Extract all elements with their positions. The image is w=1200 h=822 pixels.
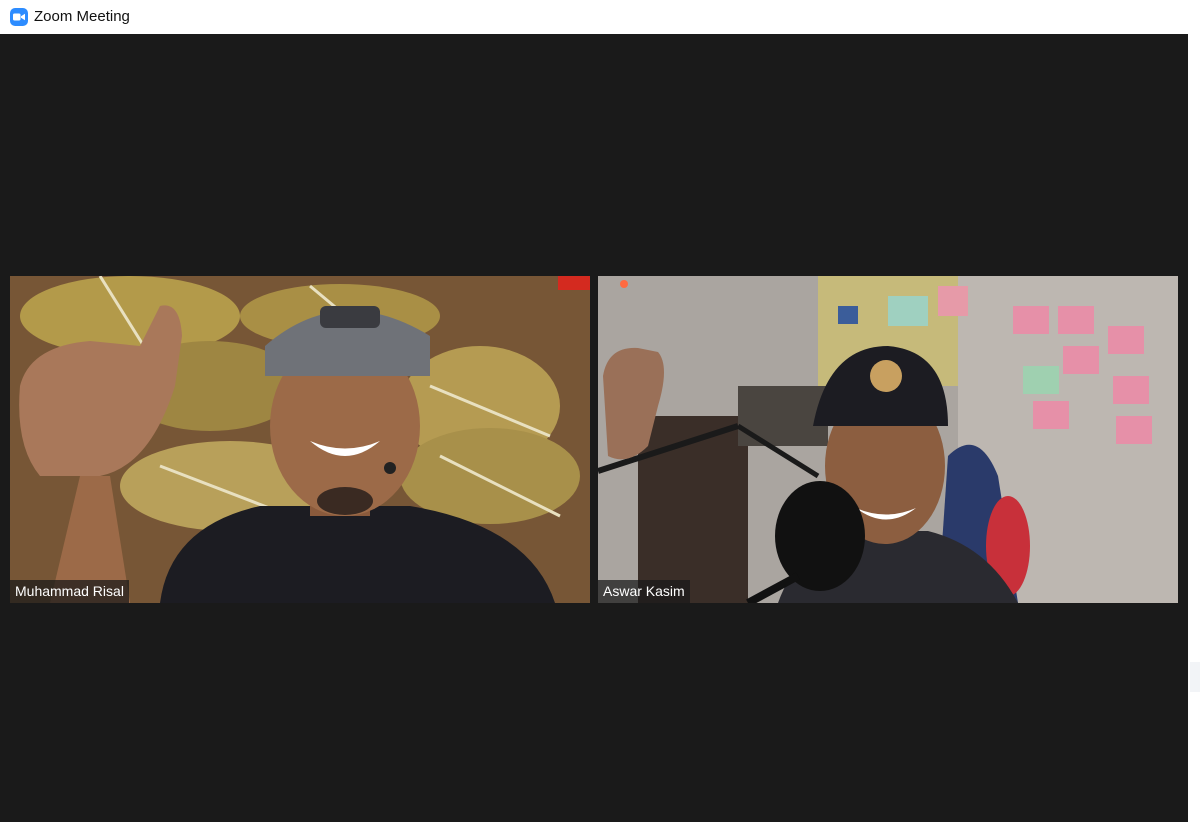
side-panel-edge [1188, 34, 1200, 822]
video-tile-muhammad-risal[interactable]: Muhammad Risal [10, 276, 590, 603]
participant-video-feed [10, 276, 590, 603]
participant-video-feed [598, 276, 1178, 603]
video-tile-aswar-kasim[interactable]: Aswar Kasim [598, 276, 1178, 603]
side-panel-handle[interactable] [1190, 662, 1200, 692]
participant-name-label: Muhammad Risal [10, 580, 129, 603]
participant-name-label: Aswar Kasim [598, 580, 690, 603]
title-bar[interactable]: Zoom Meeting [0, 0, 1200, 33]
zoom-camera-icon [10, 7, 28, 26]
zoom-window: Zoom Meeting Muhammad Risal Aswar Kasim [0, 0, 1200, 822]
window-title: Zoom Meeting [34, 8, 130, 25]
